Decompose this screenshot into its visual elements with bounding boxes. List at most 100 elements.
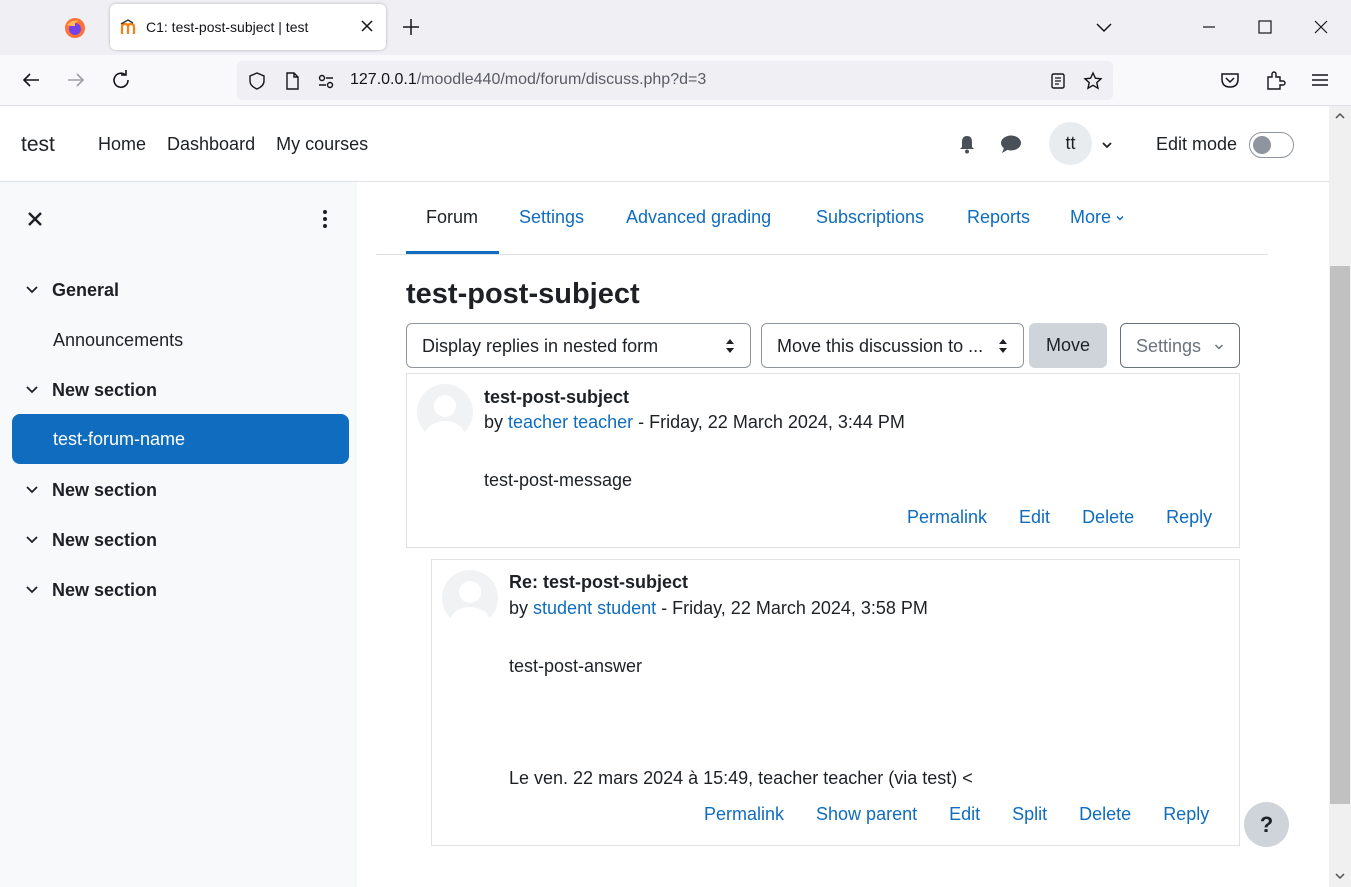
author-avatar[interactable] [417,384,473,440]
chevron-down-icon[interactable] [24,382,40,398]
reload-icon[interactable] [109,68,133,92]
post-byline: by student student - Friday, 22 March 20… [509,598,928,619]
primary-nav: Home Dashboard My courses [98,134,368,155]
forward-icon[interactable] [64,68,88,92]
split-link[interactable]: Split [1012,804,1047,825]
discussion-settings-button[interactable]: Settings [1120,323,1240,368]
url-bar[interactable]: 127.0.0.1/moodle440/mod/forum/discuss.ph… [237,61,1113,100]
author-avatar[interactable] [442,570,498,626]
site-header: test Home Dashboard My courses tt Edit m… [0,106,1329,182]
edit-link[interactable]: Edit [1019,507,1050,528]
show-parent-link[interactable]: Show parent [816,804,917,825]
chevron-down-icon[interactable] [24,582,40,598]
browser-tab-active[interactable]: C1: test-post-subject | test [110,4,386,50]
default-user-icon [450,581,490,626]
chevron-down-icon[interactable] [1100,138,1114,152]
secondary-nav: Forum Settings Advanced grading Subscrip… [376,182,1268,255]
kebab-menu-icon[interactable] [316,208,334,230]
section-label: General [52,279,120,300]
section-label: New section [52,479,158,500]
post-quote: Le ven. 22 mars 2024 à 15:49, teacher te… [509,768,973,788]
author-link[interactable]: student student [533,598,656,618]
chevron-down-icon [1214,344,1224,350]
select-arrows-icon [999,339,1007,353]
site-name[interactable]: test [21,133,55,157]
close-drawer-icon[interactable] [24,208,46,230]
section-new-section-3[interactable]: New section [24,520,157,560]
permalink-link[interactable]: Permalink [704,804,784,825]
edit-mode-toggle[interactable] [1249,132,1294,158]
list-all-tabs-icon[interactable] [1091,14,1117,40]
edit-mode-label: Edit mode [1156,134,1238,154]
delete-link[interactable]: Delete [1079,804,1131,825]
post-subject: test-post-subject [484,387,630,407]
chevron-down-icon[interactable] [24,532,40,548]
help-button[interactable]: ? [1244,802,1289,847]
permissions-icon[interactable] [316,71,336,91]
author-link[interactable]: teacher teacher [508,412,633,432]
nav-dashboard[interactable]: Dashboard [167,134,255,155]
move-discussion-select[interactable]: Move this discussion to ... [761,323,1024,368]
back-icon[interactable] [19,68,43,92]
by-label: by [484,412,504,432]
user-avatar[interactable]: tt [1049,122,1092,165]
nav-home[interactable]: Home [98,134,146,155]
section-general[interactable]: General [24,270,119,310]
forum-post-reply: Re: test-post-subject by student student… [431,559,1240,846]
move-button[interactable]: Move [1029,323,1107,368]
shield-icon[interactable] [247,71,267,91]
notifications-bell-icon[interactable] [957,134,977,154]
edit-link[interactable]: Edit [949,804,980,825]
select-arrows-icon [726,339,734,353]
bookmark-star-icon[interactable] [1083,71,1103,91]
url-text[interactable]: 127.0.0.1/moodle440/mod/forum/discuss.ph… [350,71,706,89]
extensions-icon[interactable] [1263,68,1287,92]
firefox-icon[interactable] [64,17,86,39]
activity-test-forum-name[interactable]: test-forum-name [12,414,349,464]
minimize-icon[interactable] [1196,14,1222,40]
reader-view-icon[interactable] [1048,71,1068,91]
delete-link[interactable]: Delete [1082,507,1134,528]
post-date: - Friday, 22 March 2024, 3:58 PM [661,598,928,618]
pocket-icon[interactable] [1218,68,1242,92]
post-subject: Re: test-post-subject [509,572,689,592]
post-date: - Friday, 22 March 2024, 3:44 PM [638,412,905,432]
activity-label: test-forum-name [53,429,186,449]
chevron-down-icon[interactable] [24,482,40,498]
scrollbar-thumb[interactable] [1330,266,1350,804]
display-mode-value: Display replies in nested form [422,336,659,356]
url-host: 127.0.0.1 [350,71,417,88]
menu-icon[interactable] [1308,68,1332,92]
page-scrollbar[interactable] [1329,106,1351,887]
page-icon[interactable] [282,71,302,91]
display-mode-select[interactable]: Display replies in nested form [406,323,751,368]
chevron-down-icon [1116,216,1124,221]
section-label: New section [52,529,158,550]
section-new-section-4[interactable]: New section [24,570,157,610]
active-tab-indicator [406,251,499,254]
maximize-icon[interactable] [1252,14,1278,40]
section-new-section-1[interactable]: New section [24,370,157,410]
section-new-section-2[interactable]: New section [24,470,157,510]
scroll-down-arrow-icon[interactable] [1334,870,1346,882]
messages-icon[interactable] [1000,134,1022,154]
post-actions: Permalink Edit Delete Reply [907,507,1212,528]
chevron-down-icon[interactable] [24,282,40,298]
nav-my-courses[interactable]: My courses [276,134,368,155]
tab-subscriptions[interactable]: Subscriptions [816,207,924,228]
reply-link[interactable]: Reply [1163,804,1209,825]
tab-settings[interactable]: Settings [519,207,584,228]
close-window-icon[interactable] [1308,14,1334,40]
close-tab-icon[interactable] [356,15,378,37]
tab-forum[interactable]: Forum [426,207,478,228]
new-tab-icon[interactable] [400,16,422,38]
scroll-up-arrow-icon[interactable] [1334,110,1346,122]
tab-more[interactable]: More [1070,207,1125,228]
tab-reports[interactable]: Reports [967,207,1030,228]
activity-announcements[interactable]: Announcements [53,330,183,351]
tab-advanced-grading[interactable]: Advanced grading [626,207,771,228]
reply-link[interactable]: Reply [1166,507,1212,528]
course-index-drawer: General Announcements New section test-f… [0,182,357,887]
permalink-link[interactable]: Permalink [907,507,987,528]
browser-tabbar: C1: test-post-subject | test [0,0,1351,55]
